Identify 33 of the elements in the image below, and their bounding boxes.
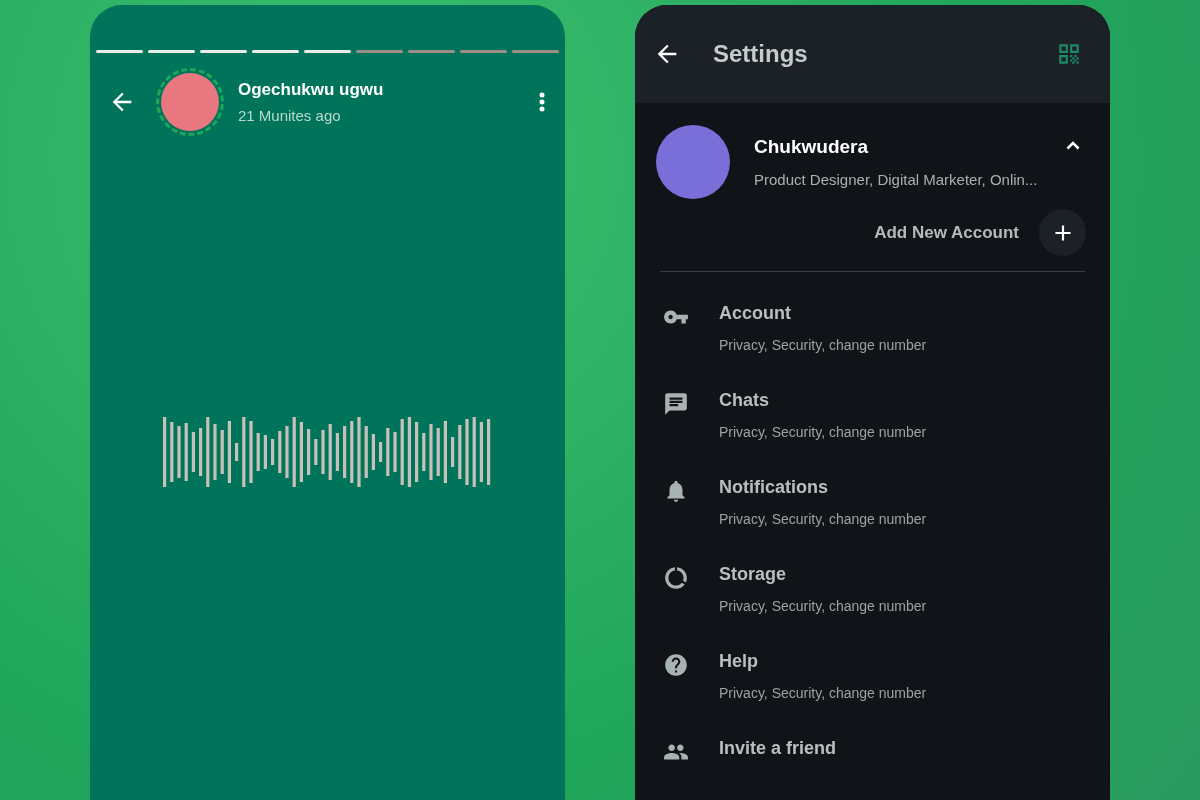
settings-item[interactable]: Storage Privacy, Security, change number — [635, 561, 1110, 648]
settings-item[interactable]: Chats Privacy, Security, change number — [635, 387, 1110, 474]
item-subtitle: Privacy, Security, change number — [719, 510, 927, 529]
settings-item[interactable]: Notifications Privacy, Security, change number — [635, 474, 1110, 561]
item-title: Notifications — [719, 476, 829, 499]
profile-about: Product Designer, Digital Marketer, Onlin... — [754, 170, 1038, 190]
qr-code-button[interactable] — [1056, 41, 1082, 67]
settings-item[interactable]: Help Privacy, Security, change number — [635, 648, 1110, 735]
status-time: 21 Munites ago — [238, 106, 342, 126]
item-title: Help — [719, 650, 759, 673]
qr-code-icon — [1056, 41, 1082, 67]
more-icon — [539, 92, 545, 112]
settings-item[interactable]: Invite a friend — [635, 735, 1110, 800]
item-title: Invite a friend — [719, 737, 837, 760]
profile-name: Chukwudera — [754, 134, 870, 159]
collapse-button[interactable] — [1066, 141, 1080, 150]
item-title: Storage — [719, 563, 788, 586]
add-account-button[interactable] — [1039, 209, 1086, 256]
chat-icon — [663, 391, 689, 417]
add-account-label: Add New Account — [874, 221, 1019, 244]
more-button[interactable] — [539, 92, 545, 112]
item-title: Account — [719, 302, 792, 325]
settings-item[interactable]: Account Privacy, Security, change number — [635, 300, 1110, 387]
item-subtitle: Privacy, Security, change number — [719, 336, 927, 355]
contact-name: Ogechukwu ugwu — [238, 78, 384, 101]
item-subtitle: Privacy, Security, change number — [719, 597, 927, 616]
item-subtitle: Privacy, Security, change number — [719, 684, 927, 703]
chevron-up-icon — [1066, 141, 1080, 150]
circle-segments-icon — [663, 565, 689, 591]
page-title: Settings — [713, 39, 808, 69]
item-subtitle: Privacy, Security, change number — [719, 423, 927, 442]
item-title: Chats — [719, 389, 770, 412]
help-icon — [663, 652, 689, 678]
